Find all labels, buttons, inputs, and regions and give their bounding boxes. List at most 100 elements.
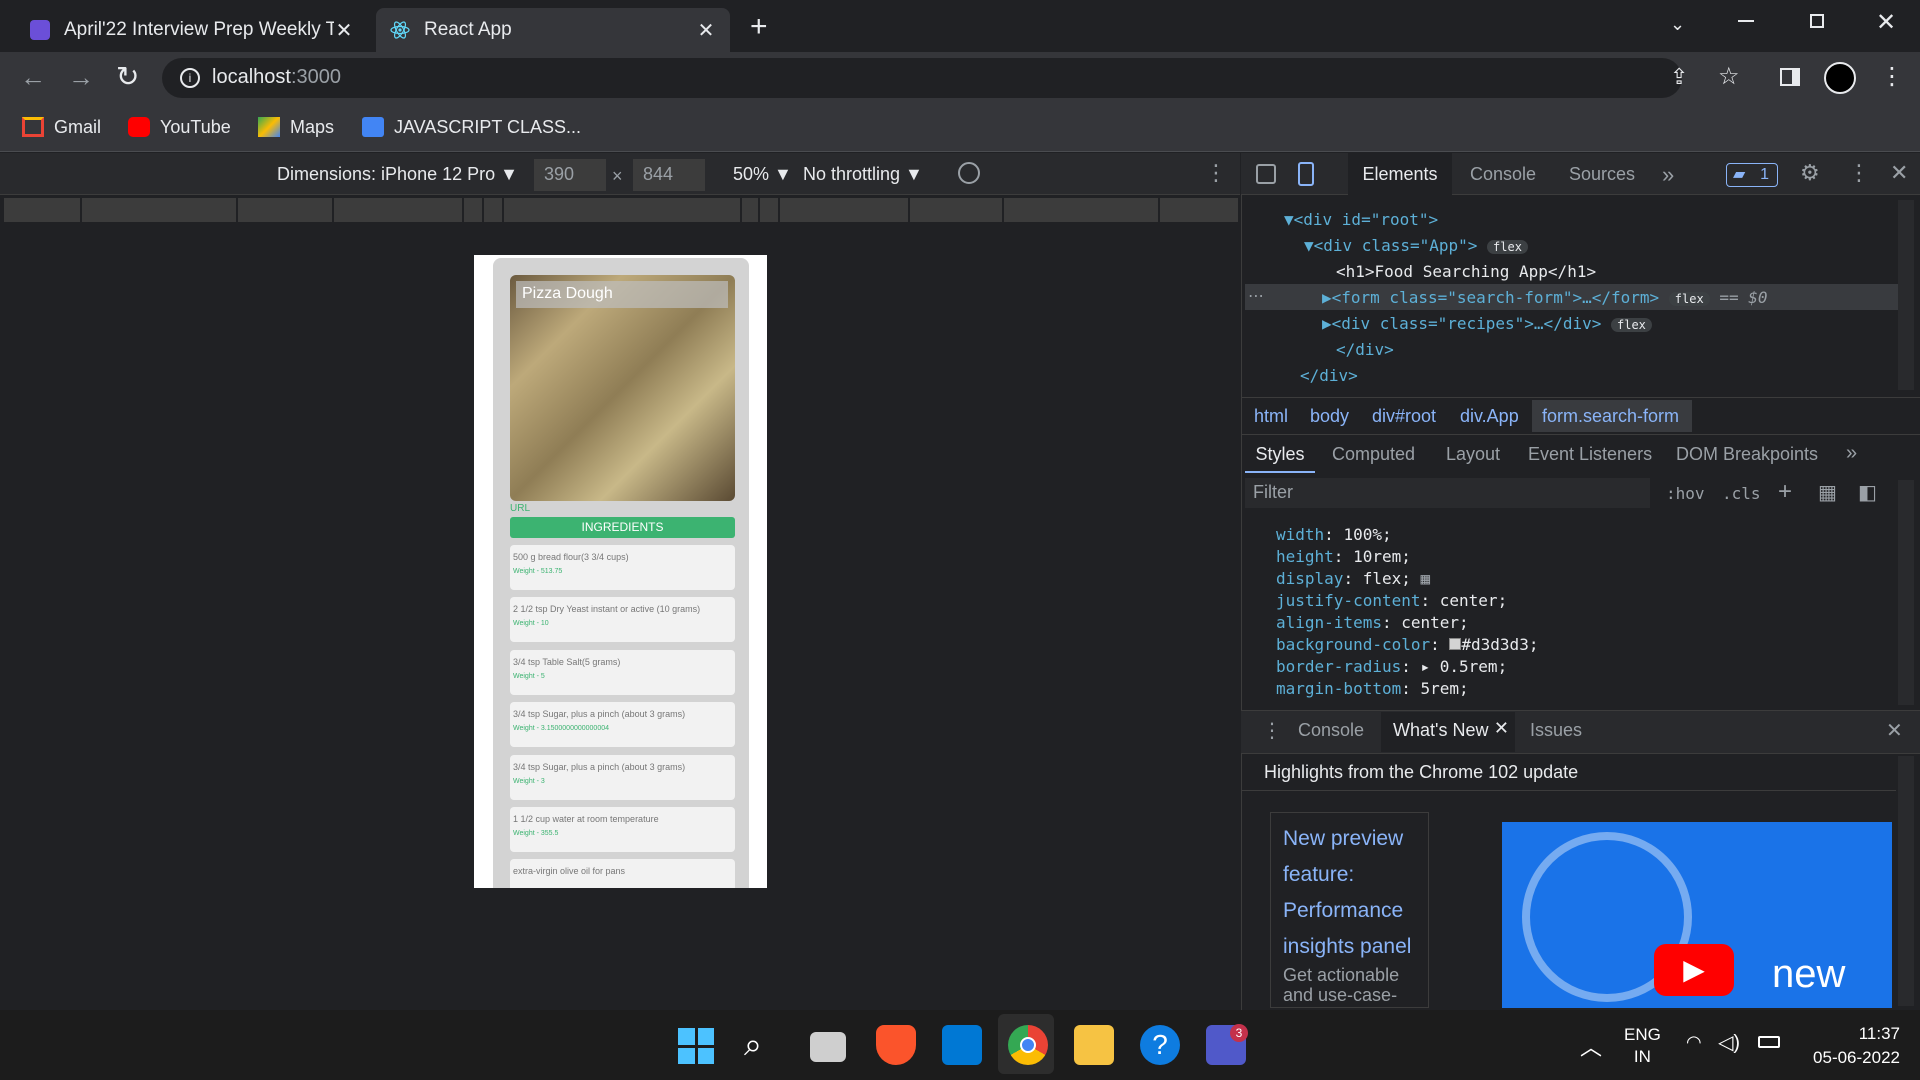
tab-interview-prep[interactable]: April'22 Interview Prep Weekly Te ✕ xyxy=(16,8,368,52)
media-query-bar[interactable] xyxy=(760,198,778,222)
info-icon[interactable]: i xyxy=(180,68,200,88)
height-input[interactable]: 844 xyxy=(633,159,705,191)
close-window-icon[interactable]: ✕ xyxy=(1876,8,1896,37)
play-icon[interactable]: ▶ xyxy=(1654,944,1734,996)
node-actions-icon[interactable]: ⋯ xyxy=(1248,286,1264,306)
css-prop-justify-content[interactable]: justify-content: center; xyxy=(1276,591,1507,610)
zoom-dropdown[interactable]: 50% ▼ xyxy=(733,164,792,185)
dom-node-root[interactable]: ▼<div id="root"> xyxy=(1284,210,1438,229)
css-prop-height[interactable]: height: 10rem; xyxy=(1276,547,1411,566)
tab-event-listeners[interactable]: Event Listeners xyxy=(1528,444,1652,465)
dom-close-root[interactable]: </div> xyxy=(1300,366,1358,385)
avatar[interactable] xyxy=(1824,62,1856,94)
styles-filter-input[interactable]: Filter xyxy=(1245,478,1650,508)
styles-scrollbar[interactable] xyxy=(1898,480,1914,705)
battery-icon[interactable] xyxy=(1758,1036,1780,1048)
tab-sources[interactable]: Sources xyxy=(1569,164,1635,185)
start-icon[interactable] xyxy=(678,1028,714,1064)
throttling-dropdown[interactable]: No throttling ▼ xyxy=(803,164,923,185)
dom-node-app[interactable]: ▼<div class="App"> flex xyxy=(1304,236,1528,255)
settings-gear-icon[interactable]: ⚙ xyxy=(1800,160,1820,186)
dom-node-search-form[interactable]: ▶<form class="search-form">…</form> flex… xyxy=(1322,288,1768,307)
restore-icon[interactable] xyxy=(1810,14,1824,28)
inspect-icon[interactable] xyxy=(1256,164,1276,184)
drawer-tab-console[interactable]: Console xyxy=(1298,720,1364,741)
hov-toggle[interactable]: :hov xyxy=(1666,484,1705,503)
css-prop-display[interactable]: display: flex; ▦ xyxy=(1276,569,1430,588)
css-prop-background-color[interactable]: background-color: #d3d3d3; xyxy=(1276,635,1538,654)
media-query-bar[interactable] xyxy=(910,198,1002,222)
task-view-icon[interactable] xyxy=(810,1032,846,1062)
clock[interactable]: 11:37 05-06-2022 xyxy=(1800,1022,1900,1070)
bookmark-javascript-class[interactable]: JAVASCRIPT CLASS... xyxy=(362,114,581,140)
chevron-up-icon[interactable]: ︿ xyxy=(1580,1030,1602,1062)
css-prop-border-radius[interactable]: border-radius: ▸ 0.5rem; xyxy=(1276,657,1507,676)
paint-icon[interactable]: ▦ xyxy=(1818,480,1837,505)
media-query-bar[interactable] xyxy=(4,198,80,222)
side-panel-icon[interactable] xyxy=(1780,68,1800,86)
dom-scrollbar[interactable] xyxy=(1898,200,1914,390)
css-prop-width[interactable]: width: 100%; xyxy=(1276,525,1392,544)
flex-badge[interactable]: flex xyxy=(1668,292,1710,306)
tab-styles[interactable]: Styles xyxy=(1245,435,1315,473)
back-icon[interactable]: ← xyxy=(20,62,46,93)
brave-icon[interactable] xyxy=(876,1025,916,1065)
close-tab-icon[interactable]: ✕ xyxy=(696,18,716,43)
media-query-bar[interactable] xyxy=(1160,198,1238,222)
close-devtools-icon[interactable]: ✕ xyxy=(1890,160,1908,186)
dom-node-recipes[interactable]: ▶<div class="recipes">…</div> flex xyxy=(1322,314,1652,333)
breadcrumb-body[interactable]: body xyxy=(1310,406,1349,427)
tab-elements[interactable]: Elements xyxy=(1348,153,1452,195)
flex-badge[interactable]: flex xyxy=(1611,318,1652,332)
issues-badge[interactable]: ▰ 1 xyxy=(1726,163,1778,187)
color-swatch[interactable] xyxy=(1449,638,1462,650)
drawer-menu-icon[interactable]: ⋮ xyxy=(1262,718,1282,743)
forward-icon[interactable]: → xyxy=(68,62,94,93)
dom-close-app[interactable]: </div> xyxy=(1336,340,1394,359)
recipe-url-link[interactable]: URL xyxy=(510,503,530,514)
tab-layout[interactable]: Layout xyxy=(1446,444,1500,465)
toggle-sidebar-icon[interactable]: ◧ xyxy=(1858,480,1877,505)
media-query-bar[interactable] xyxy=(484,198,502,222)
tab-computed[interactable]: Computed xyxy=(1332,444,1415,465)
url-text[interactable]: localhost:3000 xyxy=(212,66,341,89)
device-mode-icon[interactable] xyxy=(1298,162,1314,186)
tab-console[interactable]: Console xyxy=(1470,164,1536,185)
new-rule-icon[interactable]: + xyxy=(1778,478,1792,506)
drawer-tab-issues[interactable]: Issues xyxy=(1530,720,1582,741)
media-query-bar[interactable] xyxy=(504,198,740,222)
cls-toggle[interactable]: .cls xyxy=(1722,484,1761,503)
close-tab-icon[interactable]: ✕ xyxy=(1494,718,1509,739)
close-drawer-icon[interactable]: ✕ xyxy=(1886,718,1903,743)
ingredients-button[interactable]: INGREDIENTS xyxy=(510,517,735,538)
vscode-icon[interactable] xyxy=(942,1025,982,1065)
new-tab-button[interactable]: + xyxy=(750,10,768,44)
more-tabs-icon[interactable]: » xyxy=(1662,162,1674,188)
search-icon[interactable]: ⌕ xyxy=(744,1026,762,1064)
volume-icon[interactable]: ◁) xyxy=(1718,1030,1740,1055)
media-query-bar[interactable] xyxy=(742,198,758,222)
bookmark-youtube[interactable]: YouTube xyxy=(128,114,231,140)
minimize-icon[interactable] xyxy=(1738,20,1754,22)
breadcrumb-search-form[interactable]: form.search-form xyxy=(1542,406,1679,427)
feature-card[interactable]: New preview feature: Performance insight… xyxy=(1270,812,1429,1008)
breadcrumb-html[interactable]: html xyxy=(1254,406,1288,427)
share-icon[interactable]: ⇪ xyxy=(1670,64,1688,90)
reload-icon[interactable]: ↻ xyxy=(116,60,139,93)
video-thumbnail[interactable]: ▶ new xyxy=(1502,822,1892,1008)
menu-icon[interactable]: ⋮ xyxy=(1880,62,1904,91)
media-query-bar[interactable] xyxy=(464,198,482,222)
more-options-icon[interactable]: ⋮ xyxy=(1205,160,1227,186)
file-explorer-icon[interactable] xyxy=(1074,1025,1114,1065)
address-bar[interactable] xyxy=(162,58,1682,98)
width-input[interactable]: 390 xyxy=(534,159,606,191)
language-indicator[interactable]: ENG IN xyxy=(1624,1024,1661,1068)
media-query-bar[interactable] xyxy=(238,198,332,222)
flex-editor-icon[interactable]: ▦ xyxy=(1421,569,1431,588)
dom-node-h1[interactable]: <h1>Food Searching App</h1> xyxy=(1336,262,1596,281)
help-icon[interactable]: ? xyxy=(1140,1025,1180,1065)
flex-badge[interactable]: flex xyxy=(1487,240,1528,254)
css-prop-align-items[interactable]: align-items: center; xyxy=(1276,613,1469,632)
tab-react-app[interactable]: React App ✕ xyxy=(376,8,730,52)
dimensions-dropdown[interactable]: Dimensions: iPhone 12 Pro ▼ xyxy=(277,164,518,185)
